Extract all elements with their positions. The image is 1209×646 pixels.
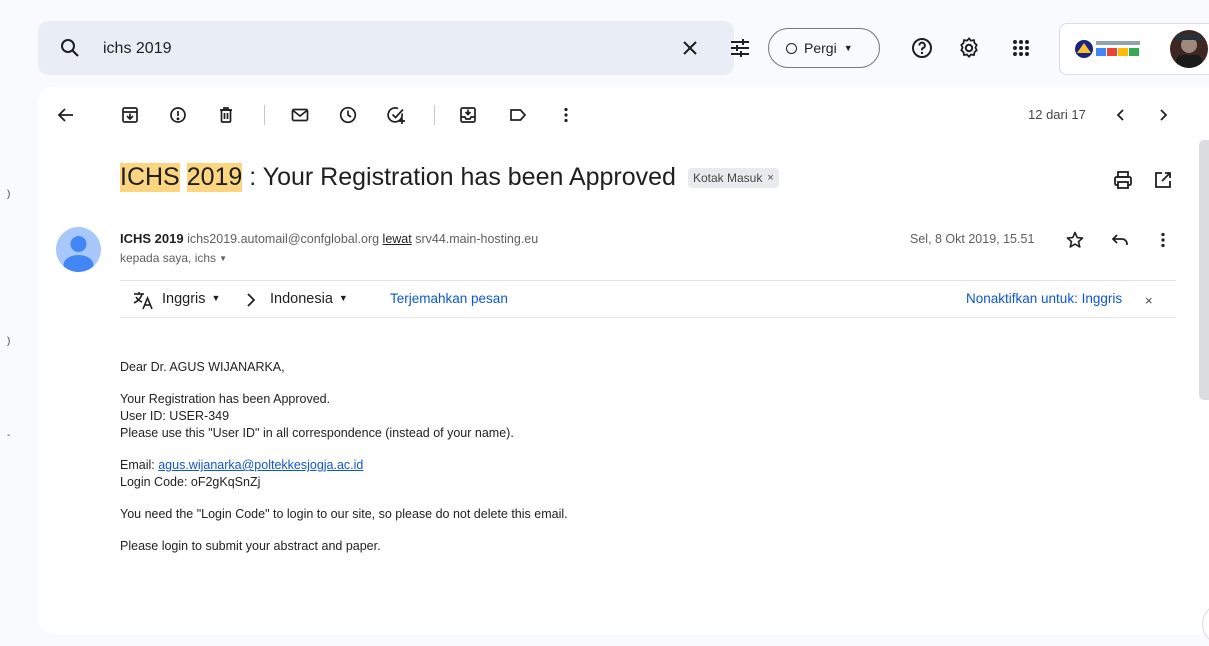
edge-mark: ): [7, 189, 11, 200]
open-in-new-icon[interactable]: [1152, 169, 1174, 191]
search-input[interactable]: [101, 34, 625, 64]
search-icon[interactable]: [58, 36, 82, 60]
source-language: Inggris: [162, 291, 206, 307]
clock-icon[interactable]: [338, 105, 358, 125]
pagination-count: 12 dari 17: [1028, 107, 1086, 122]
translate-bar: Inggris ▼ Indonesia ▼ Terjemahkan pesan No…: [120, 280, 1176, 318]
email-subject: ICHS 2019 : Your Registration has been A…: [120, 163, 779, 192]
sender-info: ICHS 2019 ichs2019.automail@confglobal.o…: [120, 231, 538, 246]
toolbar-divider: [434, 105, 435, 125]
scrollbar-thumb[interactable]: [1199, 140, 1209, 400]
inbox-label-chip[interactable]: Kotak Masuk ×: [687, 167, 779, 188]
more-vert-icon[interactable]: [1153, 230, 1173, 250]
translate-message-link[interactable]: Terjemahkan pesan: [390, 291, 508, 306]
via-link[interactable]: lewat: [383, 232, 412, 246]
caret-down-icon: ▼: [211, 293, 221, 303]
body-login-code: Login Code: oF2gKqSnZj: [120, 475, 261, 489]
body-user-id: User ID: USER-349: [120, 409, 230, 423]
close-icon[interactable]: ×: [1145, 293, 1153, 308]
print-icon[interactable]: [1112, 169, 1134, 191]
arrow-back-icon[interactable]: [56, 105, 76, 125]
move-to-inbox-icon[interactable]: [458, 105, 478, 125]
email-view: 12 dari 17 ICHS 2019 : Your Registration…: [38, 87, 1209, 634]
more-vert-icon[interactable]: [556, 105, 576, 125]
label-icon[interactable]: [508, 105, 528, 125]
sender-name[interactable]: ICHS 2019: [120, 231, 184, 246]
subject-highlight: 2019: [186, 163, 243, 192]
mail-icon[interactable]: [290, 105, 310, 125]
tune-icon[interactable]: [728, 36, 752, 60]
status-dot-icon: [786, 42, 797, 54]
body-email-label: Email:: [120, 458, 155, 472]
status-label: Pergi: [804, 40, 837, 56]
gear-icon[interactable]: [957, 36, 981, 60]
via-host: srv44.main-hosting.eu: [415, 232, 539, 246]
recipients-dropdown[interactable]: kepada saya, ichs ▼: [120, 251, 227, 265]
reply-icon[interactable]: [1110, 230, 1130, 250]
target-language: Indonesia: [270, 291, 333, 307]
sender-email: ichs2019.automail@confglobal.org: [187, 232, 380, 246]
chevron-right-icon: [244, 292, 258, 308]
email-date: Sel, 8 Okt 2019, 15.51: [910, 232, 1035, 246]
body-line: Please use this "User ID" in all corresp…: [120, 426, 514, 440]
remove-label-button[interactable]: ×: [767, 172, 773, 184]
source-language-dropdown[interactable]: Inggris ▼: [162, 291, 220, 307]
add-task-icon[interactable]: [386, 105, 406, 125]
chevron-right-icon[interactable]: [1153, 105, 1173, 125]
chevron-left-icon[interactable]: [1111, 105, 1131, 125]
body-greeting: Dear Dr. AGUS WIJANARKA,: [120, 360, 285, 374]
toolbar-divider: [264, 105, 265, 125]
edge-mark: ): [7, 336, 11, 347]
subject-highlight: ICHS: [120, 163, 180, 192]
apps-grid-icon[interactable]: [1009, 36, 1033, 60]
subject-text: : Your Registration has been Approved: [249, 163, 676, 191]
recipients-text: kepada saya, ichs: [120, 251, 217, 265]
body-line: Your Registration has been Approved.: [120, 392, 331, 406]
edge-mark: -: [7, 430, 11, 441]
caret-down-icon: ▼: [219, 253, 227, 263]
close-icon[interactable]: [678, 36, 702, 60]
search-bar[interactable]: [38, 21, 749, 75]
caret-down-icon: ▼: [338, 293, 348, 303]
label-chip-text: Kotak Masuk: [692, 170, 763, 185]
caret-down-icon: ▼: [843, 43, 853, 53]
star-icon[interactable]: [1065, 230, 1085, 250]
status-dropdown[interactable]: Pergi ▼: [768, 28, 880, 68]
org-logo: [1072, 39, 1142, 59]
trash-icon[interactable]: [216, 105, 236, 125]
translate-icon: [132, 290, 154, 310]
target-language-dropdown[interactable]: Indonesia ▼: [270, 291, 348, 307]
body-line: You need the "Login Code" to login to ou…: [120, 507, 568, 521]
body-paragraph: Your Registration has been Approved. Use…: [120, 391, 568, 442]
help-icon[interactable]: [910, 36, 934, 60]
avatar[interactable]: [1170, 30, 1208, 68]
sender-avatar[interactable]: [56, 227, 101, 272]
archive-icon[interactable]: [120, 105, 140, 125]
body-line: Please login to submit your abstract and…: [120, 539, 381, 553]
body-paragraph: Email: agus.wijanarka@poltekkesjogja.ac.…: [120, 457, 568, 491]
email-body: Dear Dr. AGUS WIJANARKA, Your Registrati…: [120, 359, 568, 570]
disable-translation-link[interactable]: Nonaktifkan untuk: Inggris: [966, 291, 1122, 306]
account-switcher[interactable]: [1059, 23, 1209, 75]
body-email-link[interactable]: agus.wijanarka@poltekkesjogja.ac.id: [158, 458, 363, 472]
report-spam-icon[interactable]: [168, 105, 188, 125]
